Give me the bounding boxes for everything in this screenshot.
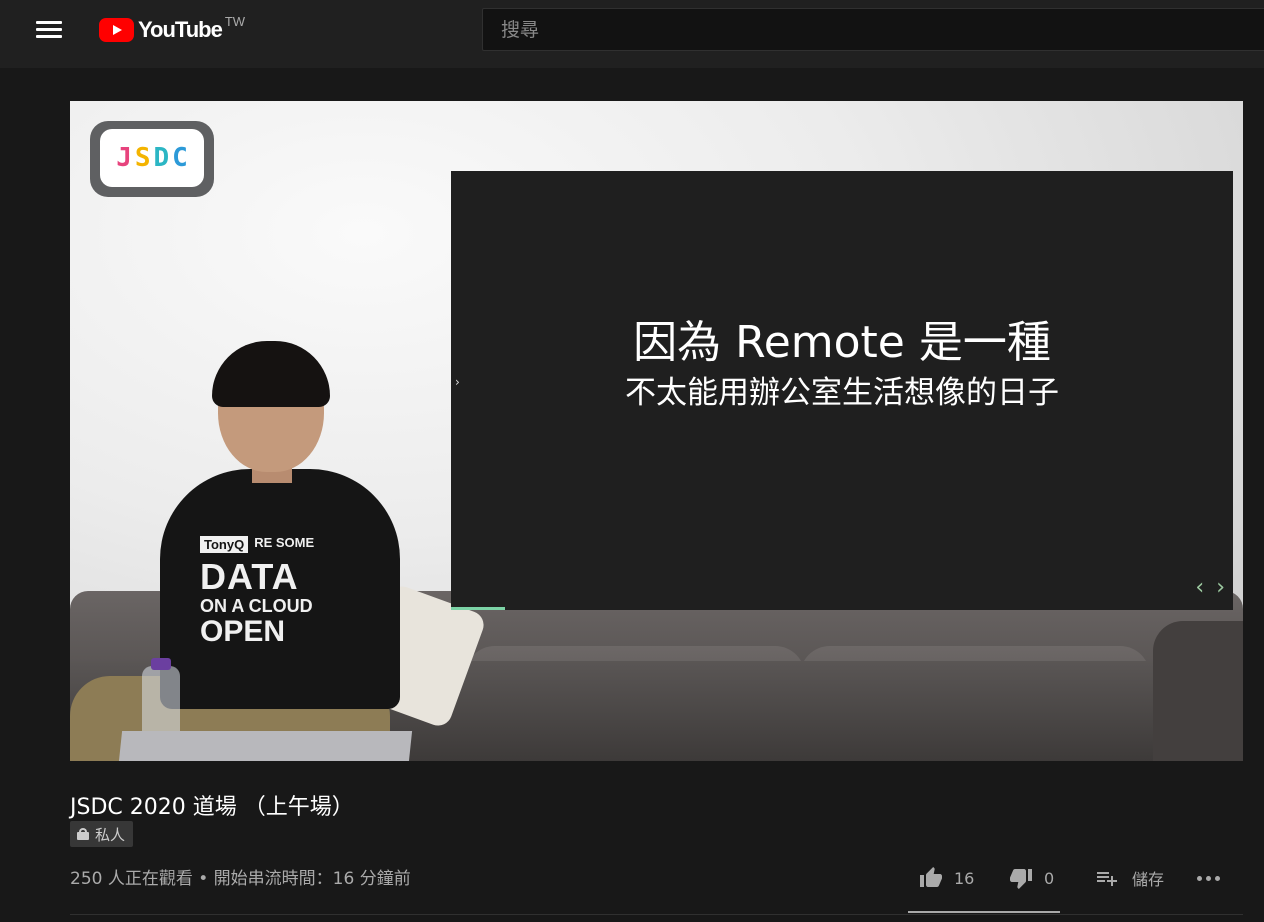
search-box bbox=[482, 8, 1264, 51]
save-button[interactable]: 儲存 bbox=[1088, 858, 1182, 898]
speaker: TonyQ RE SOME DATA ON A CLOUD OPEN bbox=[70, 341, 480, 761]
more-button[interactable] bbox=[1182, 858, 1234, 898]
privacy-label: 私人 bbox=[95, 825, 126, 844]
youtube-logo-icon bbox=[99, 18, 134, 42]
dislike-count: 0 bbox=[1044, 868, 1055, 888]
slide-progress bbox=[451, 607, 505, 610]
lock-icon bbox=[77, 828, 89, 840]
like-button[interactable]: 16 bbox=[908, 858, 998, 898]
logo-letter: J bbox=[116, 143, 132, 173]
slide-title: 因為 Remote 是一種 bbox=[633, 317, 1051, 368]
shirt-line4: OPEN bbox=[200, 615, 286, 648]
like-count: 16 bbox=[954, 868, 975, 888]
save-label: 儲存 bbox=[1132, 870, 1165, 889]
video-player[interactable]: TonyQ RE SOME DATA ON A CLOUD OPEN J S D… bbox=[70, 101, 1243, 761]
youtube-logo[interactable]: YouTube TW bbox=[99, 12, 245, 48]
presentation-slide: › 因為 Remote 是一種 不太能用辦公室生活想像的日子 ‹ › bbox=[451, 171, 1233, 610]
slide-next-icon: › bbox=[1216, 575, 1225, 600]
video-meta: 250 人正在觀看 • 開始串流時間：16 分鐘前 bbox=[70, 869, 411, 889]
sentiment-bar-fill bbox=[908, 911, 1060, 913]
divider bbox=[70, 914, 1243, 915]
laptop bbox=[117, 731, 413, 761]
shirt-print: TonyQ RE SOME DATA ON A CLOUD OPEN bbox=[200, 536, 360, 647]
top-bar: YouTube TW bbox=[0, 0, 1264, 68]
sofa-armrest bbox=[1153, 621, 1243, 761]
more-icon bbox=[1196, 875, 1220, 881]
thumbs-up-icon bbox=[920, 867, 942, 887]
logo-letter: C bbox=[172, 143, 188, 173]
logo-letter: S bbox=[134, 143, 151, 173]
shirt-line3: ON A CLOUD bbox=[200, 596, 313, 616]
shirt-tag: TonyQ bbox=[200, 536, 249, 553]
privacy-badge: 私人 bbox=[70, 821, 134, 847]
menu-icon[interactable] bbox=[36, 20, 64, 42]
search-input[interactable] bbox=[483, 9, 1264, 50]
thumbs-down-icon bbox=[1010, 869, 1032, 889]
dislike-button[interactable]: 0 bbox=[998, 858, 1088, 898]
jsdc-logo: J S D C bbox=[90, 121, 214, 197]
slide-nav: ‹ › bbox=[1195, 575, 1225, 600]
speaker-hair bbox=[212, 341, 330, 407]
sentiment-bar bbox=[908, 911, 1060, 913]
shirt-line2: DATA bbox=[200, 556, 299, 597]
logo-text: YouTube bbox=[138, 17, 223, 42]
video-title: JSDC 2020 道場 （上午場） bbox=[70, 795, 354, 820]
slide-subtitle: 不太能用辦公室生活想像的日子 bbox=[625, 375, 1059, 411]
action-bar: 16 0 儲存 bbox=[908, 858, 1234, 898]
shirt-line1: RE SOME bbox=[254, 535, 315, 550]
slide-prev-icon: ‹ bbox=[1195, 575, 1205, 600]
logo-letter: D bbox=[153, 143, 170, 173]
playlist-add-icon bbox=[1097, 872, 1117, 886]
logo-region: TW bbox=[224, 13, 246, 29]
